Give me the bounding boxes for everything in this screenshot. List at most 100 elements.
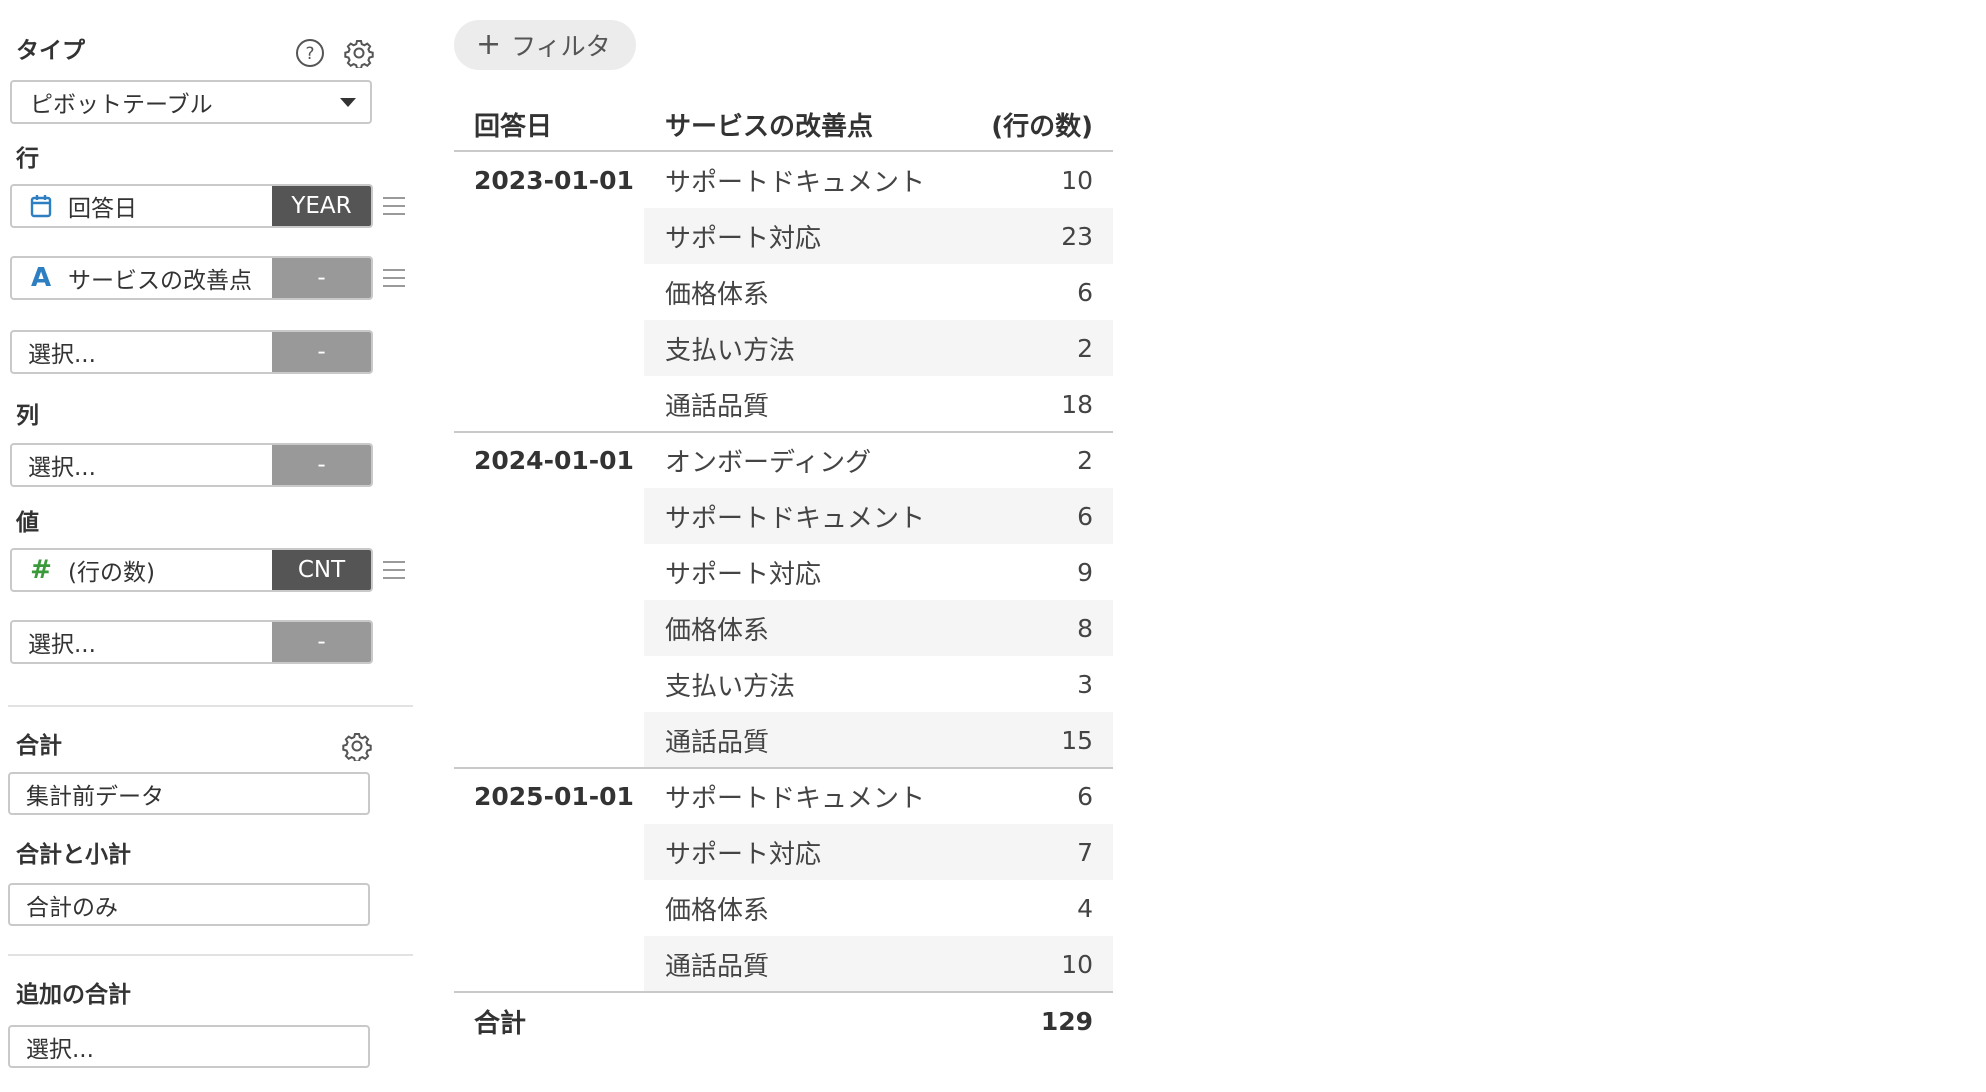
- drag-handle-icon[interactable]: [383, 269, 405, 287]
- category-cell: 支払い方法: [665, 671, 796, 702]
- row-field-main[interactable]: 選択...: [12, 332, 272, 372]
- category-cell: 通話品質: [665, 951, 770, 982]
- value-field-label: (行の数): [68, 560, 155, 586]
- aggregation-button[interactable]: CNT: [272, 550, 371, 590]
- group-date-cell: 2023-01-01: [474, 165, 634, 195]
- row-field-label: サービスの改善点: [68, 268, 252, 294]
- header-answer-date[interactable]: 回答日: [474, 98, 552, 150]
- count-cell: 10: [1061, 165, 1093, 195]
- total-label: 合計: [16, 733, 62, 759]
- chart-type-select[interactable]: ピボットテーブル: [10, 80, 372, 124]
- row-field-placeholder: 選択...: [28, 342, 96, 368]
- count-cell: 10: [1061, 949, 1093, 979]
- column-field-placeholder: 選択...: [28, 455, 96, 481]
- table-row: 支払い方法 3: [454, 656, 1113, 712]
- group-date-cell: 2024-01-01: [474, 445, 634, 475]
- row-field-improvement[interactable]: A サービスの改善点 -: [10, 256, 373, 300]
- row-field-main[interactable]: 回答日: [12, 186, 272, 226]
- grand-total-value: 129: [1040, 1006, 1093, 1036]
- category-cell: 通話品質: [665, 391, 770, 422]
- text-type-icon: A: [30, 263, 52, 293]
- group-date-cell: 2025-01-01: [474, 781, 634, 811]
- value-field-row-count[interactable]: # (行の数) CNT: [10, 548, 373, 592]
- aggregation-button[interactable]: -: [272, 622, 371, 662]
- question-circle-icon[interactable]: ?: [293, 36, 327, 70]
- value-field-placeholder: 選択...: [28, 632, 96, 658]
- table-row: サポート対応 23: [454, 208, 1113, 264]
- divider: [8, 954, 413, 956]
- count-cell: 23: [1061, 221, 1093, 251]
- table-row: 価格体系 8: [454, 600, 1113, 656]
- table-row: 価格体系 6: [454, 264, 1113, 320]
- value-field-empty[interactable]: 選択... -: [10, 620, 373, 664]
- drag-handle-icon[interactable]: [383, 197, 405, 215]
- chevron-down-icon: [340, 98, 356, 107]
- gear-icon[interactable]: [342, 36, 376, 70]
- category-cell: サポート対応: [665, 559, 822, 590]
- divider: [8, 705, 413, 707]
- settings-panel: タイプ ? ピボットテーブル 行 回答日 YEAR A サービスの改善点 - 選…: [0, 0, 420, 1092]
- table-row: 2023-01-01 サポートドキュメント 10: [454, 152, 1113, 208]
- table-row: サポートドキュメント 6: [454, 488, 1113, 544]
- category-cell: サポート対応: [665, 839, 822, 870]
- extra-total-label: 追加の合計: [16, 982, 131, 1008]
- add-filter-label: フィルタ: [511, 32, 611, 61]
- gear-icon[interactable]: [340, 729, 374, 763]
- subtotal-label: 合計と小計: [16, 842, 131, 868]
- aggregation-button[interactable]: YEAR: [272, 186, 371, 226]
- table-row: サポート対応 9: [454, 544, 1113, 600]
- header-improvement[interactable]: サービスの改善点: [665, 98, 873, 150]
- column-field-main[interactable]: 選択...: [12, 445, 272, 485]
- count-cell: 9: [1077, 557, 1093, 587]
- table-row: 2025-01-01 サポートドキュメント 6: [454, 768, 1113, 824]
- aggregation-button[interactable]: -: [272, 332, 371, 372]
- count-cell: 2: [1077, 445, 1093, 475]
- table-row: 支払い方法 2: [454, 320, 1113, 376]
- category-cell: 支払い方法: [665, 335, 796, 366]
- category-cell: サポートドキュメント: [665, 783, 926, 814]
- category-cell: 価格体系: [665, 615, 770, 646]
- aggregation-button[interactable]: -: [272, 445, 371, 485]
- table-row: サポート対応 7: [454, 824, 1113, 880]
- drag-handle-icon[interactable]: [383, 561, 405, 579]
- count-cell: 7: [1077, 837, 1093, 867]
- aggregation-button[interactable]: -: [272, 258, 371, 298]
- value-field-main[interactable]: # (行の数): [12, 550, 272, 590]
- subtotal-select[interactable]: 合計のみ: [8, 883, 370, 926]
- svg-text:?: ?: [305, 44, 314, 64]
- columns-label: 列: [16, 403, 39, 429]
- total-select[interactable]: 集計前データ: [8, 772, 370, 815]
- row-field-label: 回答日: [68, 196, 137, 222]
- count-cell: 2: [1077, 333, 1093, 363]
- plus-icon: +: [476, 27, 502, 62]
- count-cell: 6: [1077, 781, 1093, 811]
- category-cell: オンボーディング: [665, 447, 872, 478]
- column-field-empty[interactable]: 選択... -: [10, 443, 373, 487]
- values-label: 値: [16, 510, 39, 536]
- category-cell: 価格体系: [665, 279, 770, 310]
- type-label: タイプ: [16, 38, 85, 64]
- chart-type-value: ピボットテーブル: [30, 92, 213, 118]
- row-field-empty[interactable]: 選択... -: [10, 330, 373, 374]
- row-field-main[interactable]: A サービスの改善点: [12, 258, 272, 298]
- calendar-icon: [28, 194, 54, 218]
- count-cell: 15: [1061, 725, 1093, 755]
- count-cell: 4: [1077, 893, 1093, 923]
- category-cell: サポートドキュメント: [665, 503, 926, 534]
- category-cell: サポート対応: [665, 223, 822, 254]
- count-cell: 6: [1077, 277, 1093, 307]
- table-row: 通話品質 18: [454, 376, 1113, 432]
- count-cell: 6: [1077, 501, 1093, 531]
- table-row: 通話品質 15: [454, 712, 1113, 768]
- grand-total-label: 合計: [474, 1008, 527, 1039]
- row-field-answer-date[interactable]: 回答日 YEAR: [10, 184, 373, 228]
- value-field-main[interactable]: 選択...: [12, 622, 272, 662]
- table-row: 2024-01-01 オンボーディング 2: [454, 432, 1113, 488]
- table-row: 価格体系 4: [454, 880, 1113, 936]
- extra-total-select[interactable]: 選択...: [8, 1025, 370, 1068]
- add-filter-button[interactable]: + フィルタ: [454, 20, 636, 70]
- grand-total-row: 合計 129: [454, 993, 1113, 1049]
- count-cell: 3: [1077, 669, 1093, 699]
- header-row-count[interactable]: (行の数): [991, 98, 1093, 150]
- table-row: 通話品質 10: [454, 936, 1113, 992]
